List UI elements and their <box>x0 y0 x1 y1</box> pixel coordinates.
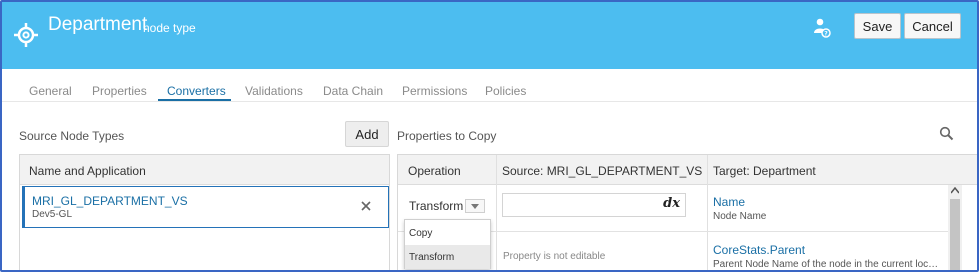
node-type-name[interactable]: MRI_GL_DEPARTMENT_VS <box>32 194 188 208</box>
column-header-target: Target: Department <box>713 164 816 178</box>
chevron-down-icon[interactable] <box>465 199 485 213</box>
not-editable-note: Property is not editable <box>503 251 606 262</box>
tab-data-chain[interactable]: Data Chain <box>323 84 383 98</box>
properties-table: Operation Source: MRI_GL_DEPARTMENT_VS T… <box>397 154 977 270</box>
target-property-name[interactable]: Name <box>713 195 745 209</box>
header-bar: Department node type ? Save Cancel <box>2 2 977 69</box>
tab-policies[interactable]: Policies <box>485 84 526 98</box>
properties-to-copy-title: Properties to Copy <box>397 129 497 143</box>
page-subtitle: node type <box>143 21 196 35</box>
page-title: Department <box>48 14 148 35</box>
tab-general[interactable]: General <box>29 84 72 98</box>
column-divider <box>707 155 708 270</box>
node-type-icon <box>14 23 38 47</box>
column-header-source: Source: MRI_GL_DEPARTMENT_VS <box>502 164 703 178</box>
source-expression-field[interactable]: dx <box>502 193 686 217</box>
column-header-name-application: Name and Application <box>20 155 389 185</box>
scroll-up-icon[interactable] <box>951 187 959 195</box>
target-property-name[interactable]: CoreStats.Parent <box>713 243 805 257</box>
tab-divider <box>2 101 977 102</box>
tab-bar: General Properties Converters Validation… <box>2 82 977 102</box>
user-permissions-icon[interactable]: ? <box>813 18 831 38</box>
operation-dropdown-menu: Copy Transform <box>404 219 491 269</box>
column-header-operation: Operation <box>408 164 461 178</box>
dropdown-option-transform[interactable]: Transform <box>405 245 490 269</box>
remove-icon[interactable] <box>360 200 372 212</box>
add-button[interactable]: Add <box>345 121 389 147</box>
source-node-types-table: Name and Application MRI_GL_DEPARTMENT_V… <box>19 154 390 270</box>
svg-text:?: ? <box>824 31 828 38</box>
save-button[interactable]: Save <box>854 13 901 39</box>
properties-table-header: Operation Source: MRI_GL_DEPARTMENT_VS T… <box>398 155 977 185</box>
source-node-types-title: Source Node Types <box>19 129 125 143</box>
app-window: Department node type ? Save Cancel Gener… <box>0 0 979 272</box>
target-property-description: Parent Node Name of the node in the curr… <box>713 259 943 270</box>
tab-properties[interactable]: Properties <box>92 84 147 98</box>
tab-converters[interactable]: Converters <box>167 84 226 98</box>
tab-permissions[interactable]: Permissions <box>402 84 467 98</box>
operation-select-value[interactable]: Transform <box>409 199 463 213</box>
cancel-button[interactable]: Cancel <box>904 13 961 39</box>
dropdown-option-copy[interactable]: Copy <box>405 221 490 245</box>
tab-validations[interactable]: Validations <box>245 84 303 98</box>
vertical-scrollbar[interactable] <box>948 185 962 270</box>
search-icon[interactable] <box>939 126 954 141</box>
scrollbar-thumb[interactable] <box>950 199 960 270</box>
target-property-description: Node Name <box>713 211 767 222</box>
table-row[interactable]: MRI_GL_DEPARTMENT_VS Dev5-GL <box>22 186 389 228</box>
expression-editor-icon[interactable]: dx <box>663 196 680 211</box>
column-divider <box>496 155 497 270</box>
application-name: Dev5-GL <box>32 209 73 220</box>
